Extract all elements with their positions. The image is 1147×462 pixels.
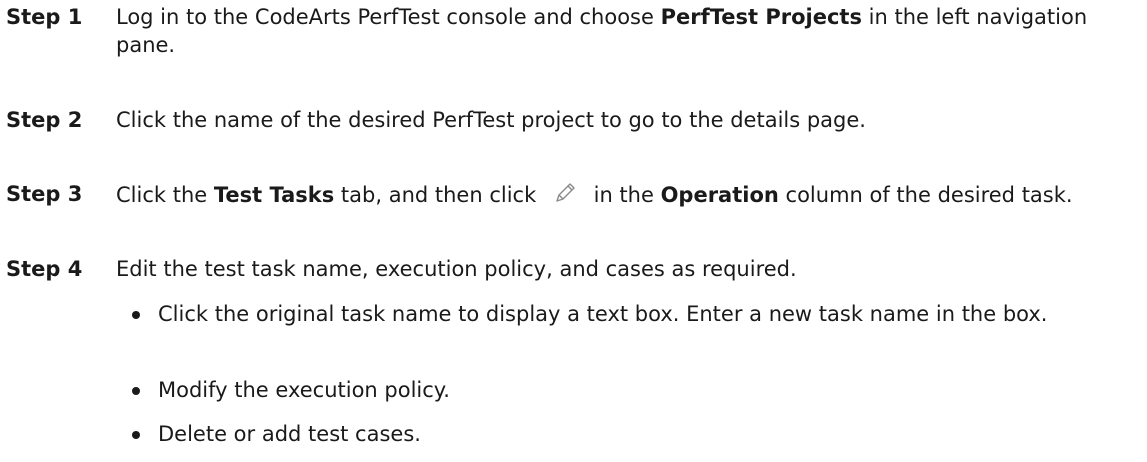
step-text-part: Click the <box>116 183 214 207</box>
step-label: Step 4 <box>6 257 83 281</box>
list-item-text: Delete or add test cases. <box>158 422 421 446</box>
step-text-part: Log in to the CodeArts PerfTest console … <box>116 5 661 29</box>
step-text: Click the Test Tasks tab, and then click… <box>116 180 1136 209</box>
step-text: Edit the test task name, execution polic… <box>116 257 797 281</box>
ui-term: Operation <box>660 183 779 207</box>
step-3: Step 3 Click the Test Tasks tab, and the… <box>0 180 1136 209</box>
list-item: Modify the execution policy. <box>0 376 1133 404</box>
document-page: Step 1 Log in to the CodeArts PerfTest c… <box>0 0 1147 462</box>
ui-term: Test Tasks <box>213 183 335 207</box>
step-label: Step 2 <box>6 108 83 132</box>
step-text-part: in the <box>586 183 661 207</box>
step-label: Step 3 <box>6 182 83 206</box>
list-item: Click the original task name to display … <box>0 300 1133 328</box>
step-1: Step 1 Log in to the CodeArts PerfTest c… <box>0 3 1136 59</box>
pencil-edit-icon <box>543 180 587 208</box>
bullet-dot <box>0 376 158 404</box>
step-4: Step 4 Edit the test task name, executio… <box>0 255 1136 283</box>
list-item: Delete or add test cases. <box>0 420 1133 448</box>
step-text-part: tab, and then click <box>334 183 543 207</box>
bullet-dot <box>0 420 158 448</box>
list-item-text: Click the original task name to display … <box>158 302 1048 326</box>
list-item-text: Modify the execution policy. <box>158 378 450 402</box>
bullet-dot <box>0 300 158 328</box>
step-text: Log in to the CodeArts PerfTest console … <box>116 3 1136 59</box>
step-text-part: column of the desired task. <box>778 183 1073 207</box>
step-label: Step 1 <box>6 5 83 29</box>
step-2: Step 2 Click the name of the desired Per… <box>0 106 1136 134</box>
step-text: Click the name of the desired PerfTest p… <box>116 108 866 132</box>
ui-term: PerfTest Projects <box>660 5 862 29</box>
